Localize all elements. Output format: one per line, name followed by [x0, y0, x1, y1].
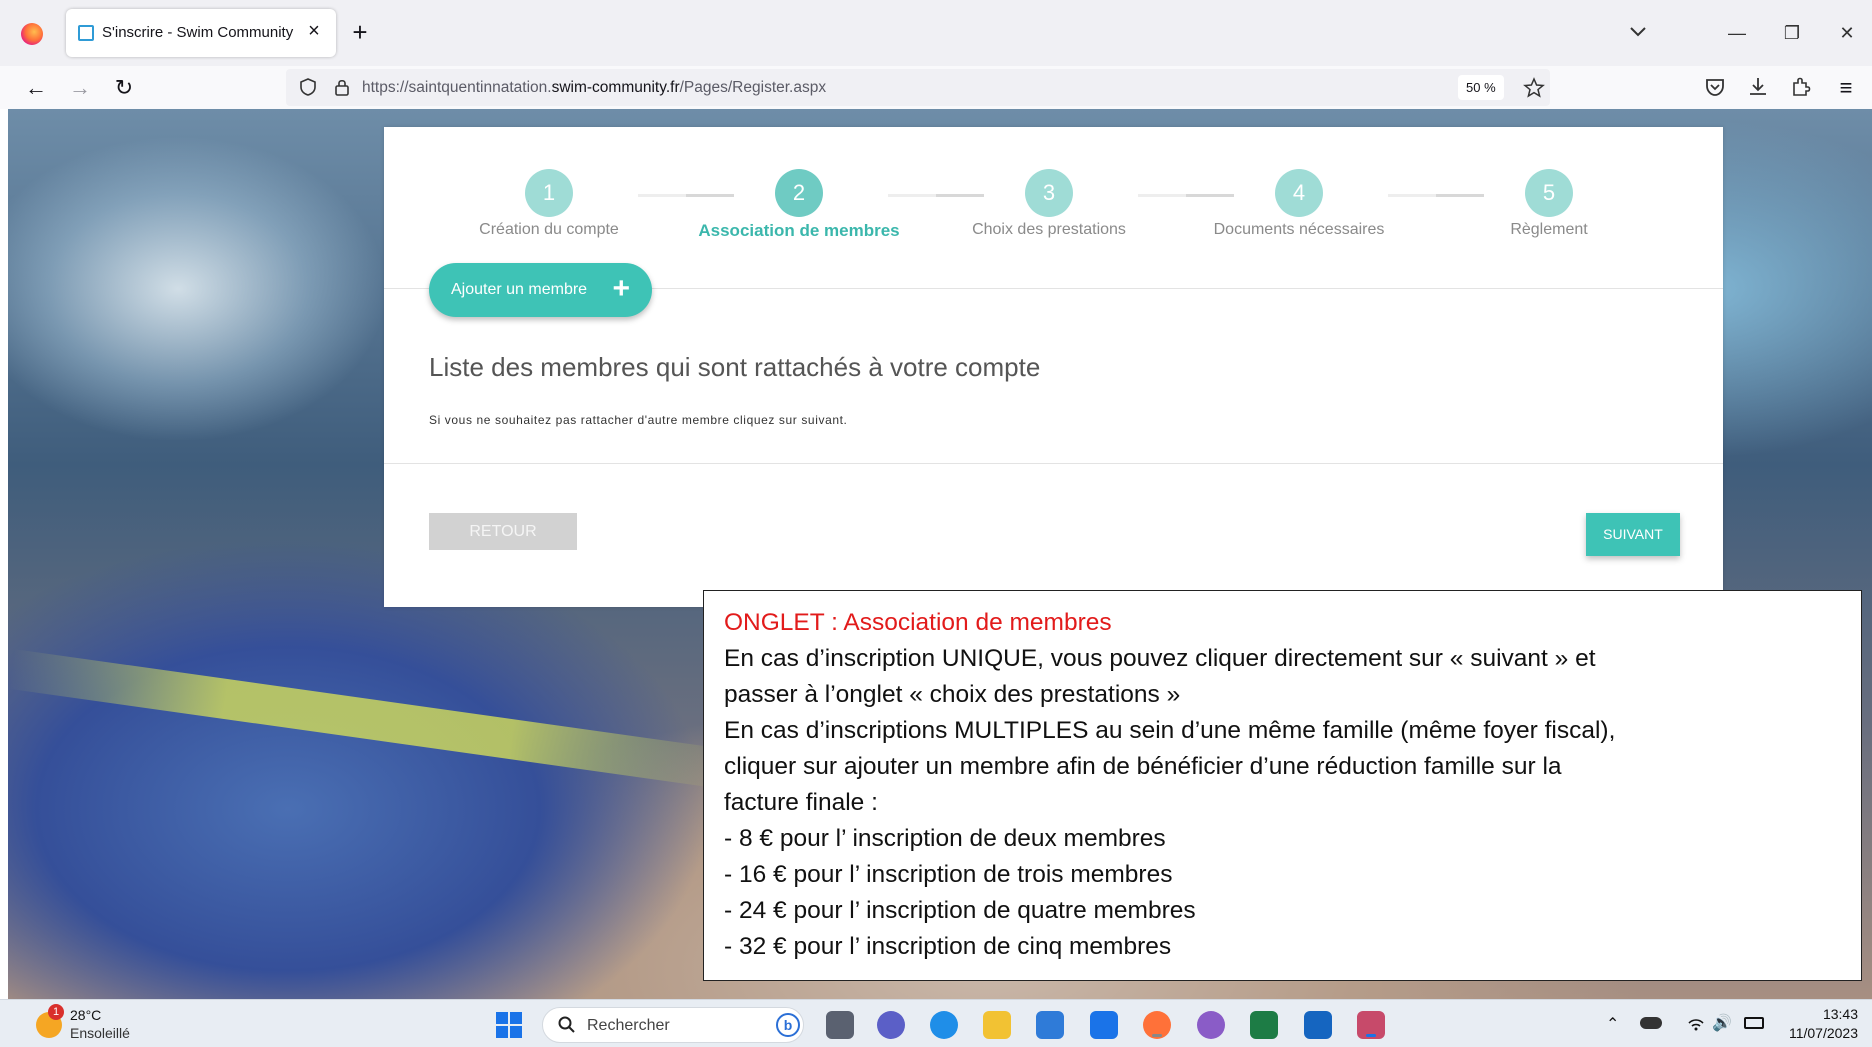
tab-list-chevron-icon[interactable]	[1624, 18, 1652, 46]
step-label: Association de membres	[698, 221, 900, 240]
step-documents[interactable]: 4 Documents nécessaires	[1189, 169, 1409, 239]
tray-chevron-up-icon[interactable]: ⌃	[1606, 1014, 1619, 1034]
mail-icon[interactable]	[1090, 1011, 1118, 1039]
step-number: 2	[775, 169, 823, 217]
windows-start-icon[interactable]	[496, 1012, 522, 1038]
note-line: passer à l’onglet « choix des prestation…	[724, 681, 1181, 708]
members-list-hint: Si vous ne souhaitez pas rattacher d'aut…	[429, 413, 848, 427]
firefox-taskbar-icon[interactable]	[1143, 1011, 1171, 1039]
site-favicon-icon	[78, 25, 94, 41]
tracking-shield-icon[interactable]	[298, 77, 318, 97]
taskbar-search-box[interactable]: Rechercher b	[542, 1007, 804, 1043]
add-member-label: Ajouter un membre	[451, 281, 588, 298]
extensions-icon[interactable]	[1788, 74, 1814, 100]
note-line: - 32 € pour l’ inscription de cinq membr…	[724, 933, 1172, 960]
back-arrow-icon[interactable]: ←	[20, 72, 52, 104]
restore-icon[interactable]: ❐	[1777, 18, 1807, 48]
weather-notification-badge: 1	[48, 1004, 64, 1020]
note-line: facture finale :	[724, 789, 878, 816]
instruction-note-box: ONGLET : Association de membres En cas d…	[703, 590, 1862, 981]
search-icon	[558, 1016, 575, 1033]
url-bar[interactable]: https://saintquentinnatation.swim-commun…	[286, 69, 1550, 106]
add-member-button[interactable]: Ajouter un membre +	[429, 263, 652, 317]
zoom-level-badge[interactable]: 50 %	[1458, 75, 1504, 100]
edge-icon[interactable]	[930, 1011, 958, 1039]
teams-chat-icon[interactable]	[877, 1011, 905, 1039]
next-button[interactable]: SUIVANT	[1586, 513, 1680, 556]
bookmark-star-icon[interactable]	[1522, 76, 1546, 100]
menu-hamburger-icon[interactable]: ≡	[1830, 72, 1862, 104]
step-label: Règlement	[1510, 221, 1588, 238]
background-photo-swimmer	[8, 649, 728, 789]
card-divider	[384, 463, 1723, 464]
step-association-membres[interactable]: 2 Association de membres	[689, 169, 909, 240]
step-label: Documents nécessaires	[1213, 221, 1385, 238]
browser-nav-bar: ← → ↻ https://saintquentinnatation.swim-…	[0, 66, 1872, 109]
plus-icon: +	[612, 272, 630, 305]
store-icon[interactable]	[1036, 1011, 1064, 1039]
reload-icon[interactable]: ↻	[108, 72, 140, 104]
minimize-icon[interactable]: —	[1722, 18, 1752, 48]
note-title: ONGLET : Association de membres	[724, 609, 1112, 636]
firefox-logo-icon[interactable]	[21, 23, 43, 45]
windows-taskbar: 1 28°C Ensoleillé Rechercher b ⌃ 🔊 13:43…	[0, 999, 1872, 1047]
forward-arrow-icon[interactable]: →	[64, 72, 96, 104]
members-list-title: Liste des membres qui sont rattachés à v…	[429, 352, 1041, 382]
bing-icon[interactable]: b	[776, 1013, 800, 1037]
note-line: cliquer sur ajouter un membre afin de bé…	[724, 753, 1562, 780]
pocket-icon[interactable]	[1702, 74, 1728, 100]
page-background: 1 Création du compte 2 Association de me…	[8, 109, 1872, 999]
window-close-icon[interactable]: ✕	[1832, 18, 1862, 48]
browser-tab-bar: S'inscrire - Swim Community × + — ❐ ✕	[0, 0, 1872, 66]
step-reglement[interactable]: 5 Règlement	[1439, 169, 1659, 239]
step-creation-compte[interactable]: 1 Création du compte	[439, 169, 659, 239]
tab-title: S'inscrire - Swim Community	[102, 24, 294, 41]
note-line: En cas d’inscriptions MULTIPLES au sein …	[724, 717, 1616, 744]
wifi-icon[interactable]	[1686, 1014, 1706, 1034]
note-line: - 16 € pour l’ inscription de trois memb…	[724, 861, 1173, 888]
note-line: - 8 € pour l’ inscription de deux membre…	[724, 825, 1166, 852]
task-view-icon[interactable]	[826, 1011, 854, 1039]
lock-icon[interactable]	[332, 77, 352, 97]
new-tab-icon[interactable]: +	[346, 18, 374, 46]
step-label: Choix des prestations	[972, 221, 1126, 238]
step-choix-prestations[interactable]: 3 Choix des prestations	[939, 169, 1159, 239]
step-number: 3	[1025, 169, 1073, 217]
registration-card: 1 Création du compte 2 Association de me…	[384, 127, 1723, 607]
clock-date[interactable]: 11/07/2023	[1772, 1025, 1858, 1041]
url-text[interactable]: https://saintquentinnatation.swim-commun…	[362, 79, 826, 97]
file-explorer-icon[interactable]	[983, 1011, 1011, 1039]
step-number: 4	[1275, 169, 1323, 217]
step-label: Création du compte	[479, 221, 619, 238]
onedrive-cloud-icon[interactable]	[1640, 1017, 1662, 1029]
outlook-icon[interactable]	[1304, 1011, 1332, 1039]
browser-tab[interactable]: S'inscrire - Swim Community ×	[66, 9, 336, 57]
tab-close-icon[interactable]: ×	[302, 19, 326, 43]
search-placeholder: Rechercher	[587, 1017, 670, 1034]
note-line: En cas d’inscription UNIQUE, vous pouvez…	[724, 645, 1596, 672]
snipping-tool-icon[interactable]	[1357, 1011, 1385, 1039]
volume-icon[interactable]: 🔊	[1712, 1013, 1732, 1033]
step-number: 5	[1525, 169, 1573, 217]
note-line: - 24 € pour l’ inscription de quatre mem…	[724, 897, 1196, 924]
background-photo-water	[8, 109, 428, 509]
clock-time[interactable]: 13:43	[1806, 1006, 1858, 1022]
back-button[interactable]: RETOUR	[429, 513, 577, 550]
weather-temperature[interactable]: 28°C	[70, 1007, 101, 1023]
step-number: 1	[525, 169, 573, 217]
app-swirl-icon[interactable]	[1197, 1011, 1225, 1039]
downloads-icon[interactable]	[1745, 74, 1771, 100]
registration-stepper: 1 Création du compte 2 Association de me…	[384, 127, 1723, 252]
battery-icon[interactable]	[1744, 1017, 1764, 1029]
weather-description[interactable]: Ensoleillé	[70, 1025, 130, 1041]
excel-icon[interactable]	[1250, 1011, 1278, 1039]
